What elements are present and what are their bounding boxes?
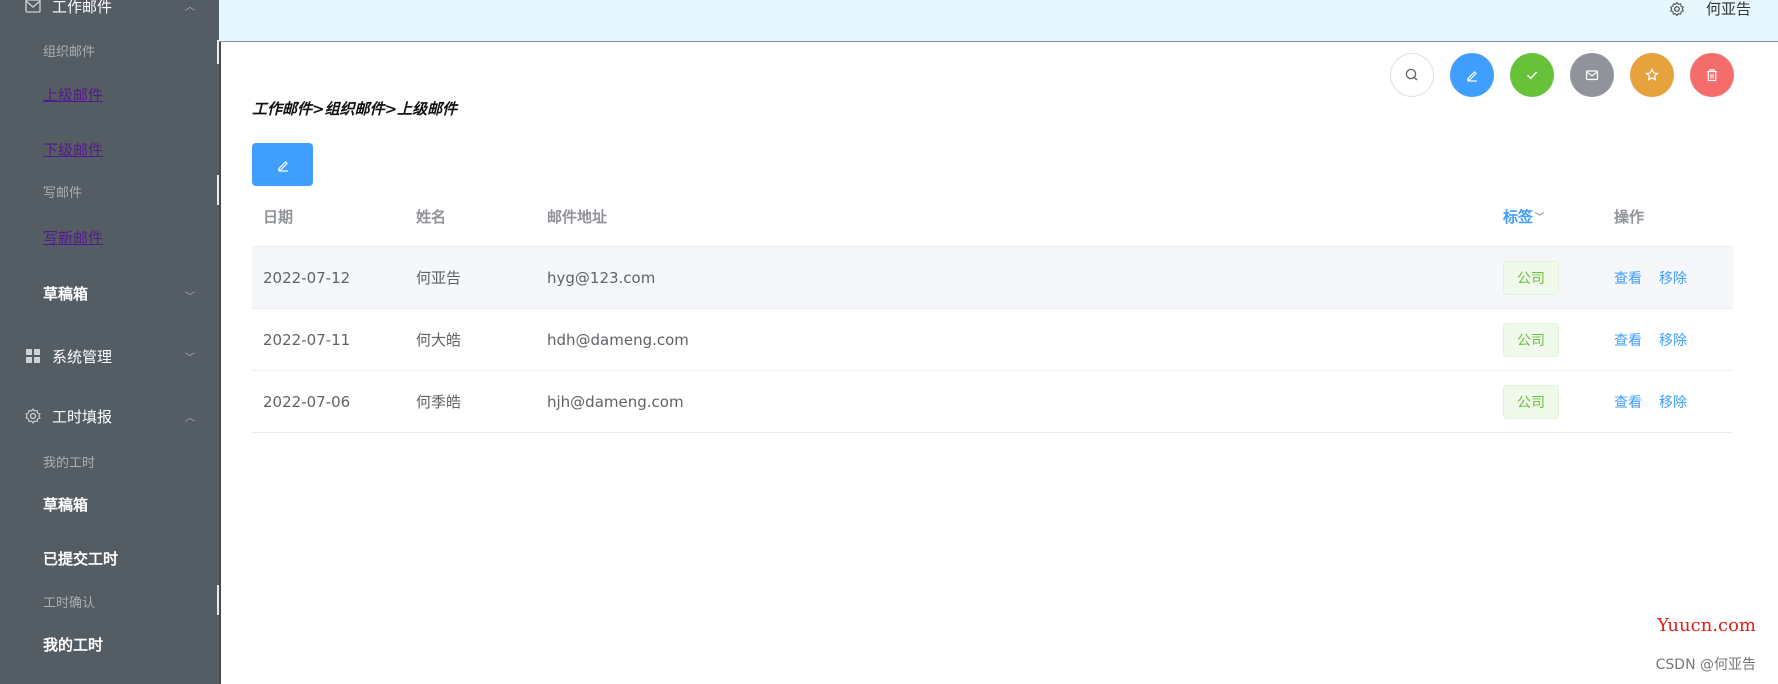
menu-timesheet[interactable]: 工时填报 xyxy=(24,405,112,427)
menu-timesheet-label: 工时填报 xyxy=(52,407,113,426)
settings-icon[interactable] xyxy=(1669,1,1685,17)
chevron-down-icon: ﹀ xyxy=(185,352,195,364)
edit-icon xyxy=(1467,71,1477,82)
sidebar-item-confirm[interactable]: 工时确认 xyxy=(43,595,95,613)
cell-address: hyg@123.com xyxy=(547,268,656,287)
sidebar-item-drafts[interactable]: 草稿箱 xyxy=(43,285,88,303)
column-header-tag: 标签 xyxy=(1503,208,1534,226)
sidebar: 工作邮件 ︿ 组织邮件 上级邮件 下级邮件 写邮件 写新邮件 草稿箱 ﹀ 系统管… xyxy=(0,0,219,684)
app: 工作邮件 ︿ 组织邮件 上级邮件 下级邮件 写邮件 写新邮件 草稿箱 ﹀ 系统管… xyxy=(0,0,1778,684)
mail-icon xyxy=(24,0,42,15)
edit-circle-button[interactable] xyxy=(1450,53,1494,97)
sidebar-item-write-mail[interactable]: 写邮件 xyxy=(43,185,82,203)
column-header-address: 邮件地址 xyxy=(547,208,608,226)
cell-actions: 查看 移除 xyxy=(1614,247,1704,308)
cell-name: 何季皓 xyxy=(416,393,462,411)
remove-link[interactable]: 移除 xyxy=(1659,268,1687,288)
message-icon xyxy=(1585,70,1599,81)
cell-actions: 查看 移除 xyxy=(1614,309,1704,370)
search-button[interactable] xyxy=(1390,53,1434,97)
watermark: Yuucn.com xyxy=(1657,615,1756,636)
column-header-name: 姓名 xyxy=(416,208,447,226)
cell-name: 何大皓 xyxy=(416,331,462,349)
cell-name: 何亚告 xyxy=(416,269,462,287)
check-icon xyxy=(1526,71,1538,80)
grid-icon xyxy=(24,347,42,365)
chevron-up-icon: ︿ xyxy=(185,412,195,424)
edit-icon xyxy=(277,160,288,172)
cell-address: hjh@dameng.com xyxy=(547,392,684,411)
cell-date: 2022-07-12 xyxy=(263,268,351,287)
write-mail-button[interactable] xyxy=(252,143,313,186)
sidebar-item-org-mail[interactable]: 组织邮件 xyxy=(43,44,95,62)
tag-badge: 公司 xyxy=(1503,322,1559,357)
view-link[interactable]: 查看 xyxy=(1614,330,1642,350)
chevron-down-icon: ﹀ xyxy=(1535,213,1545,223)
table-row: 2022-07-06 何季皓 hjh@dameng.com 公司 查看 移除 xyxy=(252,371,1733,433)
cell-tag: 公司 xyxy=(1503,309,1559,370)
star-icon xyxy=(1645,68,1659,82)
table-row: 2022-07-12 何亚告 hyg@123.com 公司 查看 移除 xyxy=(252,247,1733,309)
tag-badge: 公司 xyxy=(1503,260,1559,295)
cell-address: hdh@dameng.com xyxy=(547,330,689,349)
cell-tag: 公司 xyxy=(1503,247,1559,308)
chevron-up-icon: ︿ xyxy=(185,1,195,13)
column-header-date: 日期 xyxy=(263,208,294,226)
table-row: 2022-07-11 何大皓 hdh@dameng.com 公司 查看 移除 xyxy=(252,309,1733,371)
delete-button[interactable] xyxy=(1690,53,1734,97)
gear-icon xyxy=(24,407,42,425)
check-button[interactable] xyxy=(1510,53,1554,97)
remove-link[interactable]: 移除 xyxy=(1659,330,1687,350)
menu-work-mail[interactable]: 工作邮件 xyxy=(24,0,112,17)
csdn-credit: CSDN @何亚告 xyxy=(1655,657,1756,673)
menu-system-label: 系统管理 xyxy=(52,347,113,366)
remove-link[interactable]: 移除 xyxy=(1659,392,1687,412)
breadcrumb: 工作邮件>组织邮件>上级邮件 xyxy=(252,100,458,118)
cell-date: 2022-07-06 xyxy=(263,392,351,411)
table-header-row: 日期 姓名 邮件地址 标签 ﹀ 操作 xyxy=(252,187,1733,247)
view-link[interactable]: 查看 xyxy=(1614,392,1642,412)
sidebar-item-lower-mail[interactable]: 下级邮件 xyxy=(43,141,103,159)
mail-table: 日期 姓名 邮件地址 标签 ﹀ 操作 2022-07-12 何亚告 hyg@12… xyxy=(252,187,1733,433)
main-content: 工作邮件>组织邮件>上级邮件 日期 姓名 邮件地址 标签 ﹀ 操作 2022-0… xyxy=(219,42,1778,684)
cell-date: 2022-07-11 xyxy=(263,330,351,349)
tag-badge: 公司 xyxy=(1503,384,1559,419)
sidebar-item-write-new-mail[interactable]: 写新邮件 xyxy=(43,229,103,247)
delete-icon xyxy=(1707,69,1717,82)
chevron-down-icon: ﹀ xyxy=(185,291,195,303)
current-user[interactable]: 何亚告 xyxy=(1706,0,1751,18)
search-icon xyxy=(1405,68,1418,81)
column-header-tag-filter[interactable]: 标签 ﹀ xyxy=(1503,187,1544,246)
column-header-op: 操作 xyxy=(1614,208,1645,226)
cell-actions: 查看 移除 xyxy=(1614,371,1704,432)
cell-tag: 公司 xyxy=(1503,371,1559,432)
menu-system[interactable]: 系统管理 xyxy=(24,345,112,367)
message-button[interactable] xyxy=(1570,53,1614,97)
star-button[interactable] xyxy=(1630,53,1674,97)
sidebar-item-submitted[interactable]: 已提交工时 xyxy=(43,550,118,568)
sidebar-item-drafts-2[interactable]: 草稿箱 xyxy=(43,496,88,514)
sidebar-item-upper-mail[interactable]: 上级邮件 xyxy=(43,86,103,104)
top-header: 何亚告 xyxy=(219,0,1778,42)
menu-work-mail-label: 工作邮件 xyxy=(52,0,113,16)
sidebar-item-my-hours-2[interactable]: 我的工时 xyxy=(43,636,103,654)
view-link[interactable]: 查看 xyxy=(1614,268,1642,288)
sidebar-item-my-hours[interactable]: 我的工时 xyxy=(43,455,95,473)
